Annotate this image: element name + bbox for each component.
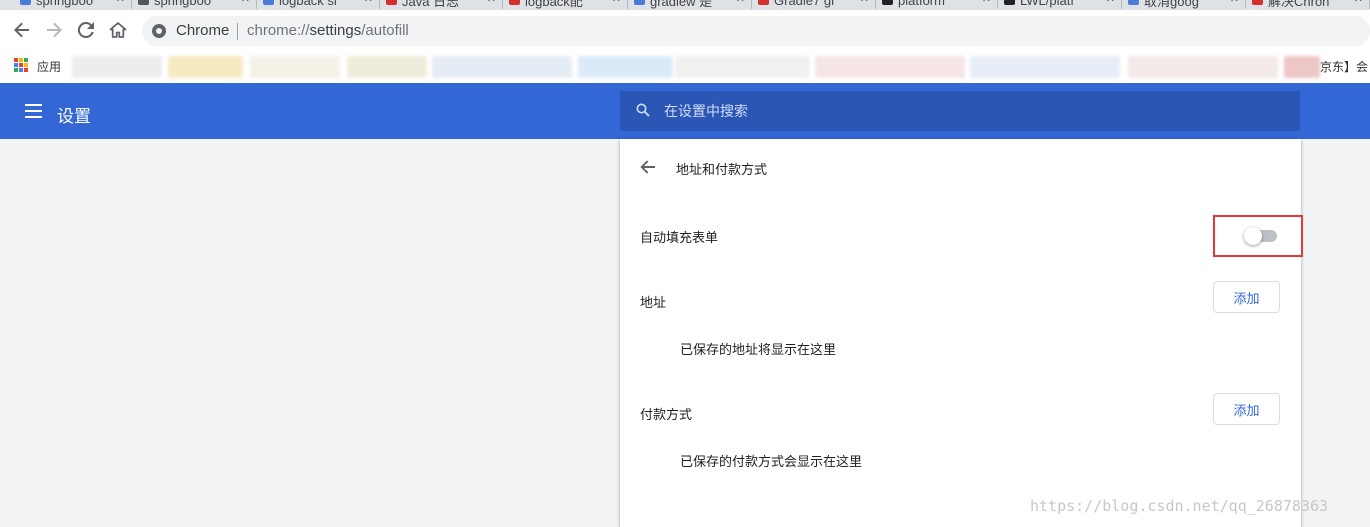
close-icon[interactable]: ✕: [487, 0, 496, 5]
annotation-highlight: [1213, 215, 1303, 257]
addresses-label: 地址: [640, 295, 667, 310]
apps-bookmark[interactable]: 应用: [37, 58, 61, 75]
browser-tab[interactable]: LWL/platf ✕: [998, 0, 1122, 9]
omnibox-url[interactable]: chrome://settings/autofill: [247, 22, 409, 39]
browser-toolbar: Chrome chrome://settings/autofill: [0, 10, 1370, 50]
autofill-toggle-label: 自动填充表单: [640, 230, 719, 245]
payments-label: 付款方式: [640, 407, 693, 422]
arrow-left-icon: [14, 22, 29, 38]
tab-favicon-icon: [20, 0, 31, 5]
tab-favicon-icon: [386, 0, 397, 5]
browser-tab[interactable]: 取消goog ✕: [1122, 0, 1246, 9]
subpage-title: 地址和付款方式: [676, 162, 768, 177]
tab-favicon-icon: [263, 0, 274, 5]
browser-tab[interactable]: Gradle7 gr ✕: [752, 0, 876, 9]
close-icon[interactable]: ✕: [736, 0, 745, 5]
close-icon[interactable]: ✕: [982, 0, 991, 5]
tab-favicon-icon: [758, 0, 769, 5]
hamburger-menu-icon[interactable]: [25, 104, 42, 118]
home-icon: [109, 22, 127, 38]
tab-title: gradlew 是: [650, 0, 713, 9]
browser-tab[interactable]: 解决Chron ✕: [1246, 0, 1370, 9]
close-icon[interactable]: ✕: [860, 0, 869, 5]
tab-favicon-icon: [509, 0, 520, 5]
close-icon[interactable]: ✕: [116, 0, 125, 5]
blurred-bookmark[interactable]: [578, 56, 673, 78]
blurred-bookmark[interactable]: [815, 56, 965, 78]
tab-title: 取消goog: [1144, 0, 1199, 9]
tab-title: springboo: [36, 0, 94, 8]
tab-strip: springboo✕springboo✕logback si✕Java 日志✕l…: [0, 0, 1370, 10]
omnibox-separator: [237, 23, 238, 40]
blurred-bookmark[interactable]: [168, 56, 243, 78]
settings-header: 设置: [0, 83, 1370, 139]
browser-tab[interactable]: Java 日志 ✕: [380, 0, 503, 9]
close-icon[interactable]: ✕: [1354, 0, 1363, 5]
tab-favicon-icon: [138, 0, 149, 5]
arrow-right-icon: [47, 22, 62, 38]
close-icon[interactable]: ✕: [612, 0, 621, 5]
autofill-card: 地址和付款方式 自动填充表单 地址 添加 已保存的地址将显示在这里 付款方式 添…: [620, 139, 1303, 527]
blurred-bookmark[interactable]: [970, 56, 1120, 78]
tab-title: LWL/platf: [1020, 0, 1074, 8]
search-input[interactable]: [664, 91, 1264, 131]
tab-favicon-icon: [882, 0, 893, 5]
browser-tab[interactable]: gradlew 是 ✕: [628, 0, 752, 9]
blurred-bookmark[interactable]: [250, 56, 340, 78]
close-icon[interactable]: ✕: [364, 0, 373, 5]
back-button[interactable]: [10, 18, 34, 42]
tab-title: logback si: [279, 0, 337, 8]
tab-title: springboo: [154, 0, 212, 8]
chrome-page-icon: [152, 24, 166, 38]
bookmark-jd[interactable]: 京东】会: [1320, 58, 1368, 75]
omnibox-chrome-label: Chrome: [176, 22, 230, 39]
reload-button[interactable]: [74, 18, 98, 42]
payments-empty-message: 已保存的付款方式会显示在这里: [680, 454, 863, 469]
home-button[interactable]: [106, 18, 130, 42]
tab-favicon-icon: [1004, 0, 1015, 5]
close-icon[interactable]: ✕: [241, 0, 250, 5]
page-title: 设置: [57, 107, 91, 126]
browser-tab[interactable]: logback配 ✕: [503, 0, 628, 9]
reload-icon: [77, 21, 94, 38]
url-path: settings: [309, 22, 362, 39]
forward-button[interactable]: [42, 18, 66, 42]
bookmarks-bar: 应用 京东】会: [0, 50, 1370, 83]
tab-title: Java 日志: [402, 0, 460, 9]
add-address-button[interactable]: 添加: [1213, 281, 1280, 313]
blurred-bookmark[interactable]: [432, 56, 572, 78]
search-icon: [636, 103, 650, 117]
addresses-empty-message: 已保存的地址将显示在这里: [680, 342, 837, 357]
tab-favicon-icon: [1128, 0, 1139, 5]
tab-title: platform: [898, 0, 945, 8]
apps-grid-icon[interactable]: [14, 58, 28, 72]
blurred-bookmark[interactable]: [675, 56, 810, 78]
tab-title: logback配: [525, 0, 583, 9]
tab-favicon-icon: [1252, 0, 1263, 5]
url-scheme: chrome://: [247, 22, 310, 39]
address-bar[interactable]: Chrome chrome://settings/autofill: [142, 16, 1370, 46]
tab-favicon-icon: [634, 0, 645, 5]
tab-title: Gradle7 gr: [774, 0, 836, 8]
browser-tab[interactable]: logback si ✕: [257, 0, 380, 9]
settings-search[interactable]: [620, 91, 1300, 131]
browser-tab[interactable]: platform ✕: [876, 0, 998, 9]
tab-title: 解决Chron: [1268, 0, 1330, 9]
url-rest: /autofill: [361, 22, 409, 39]
blurred-bookmark[interactable]: [72, 56, 162, 78]
blurred-bookmark[interactable]: [347, 56, 427, 78]
close-icon[interactable]: ✕: [1230, 0, 1239, 5]
blurred-bookmark[interactable]: [1128, 56, 1278, 78]
blurred-bookmark[interactable]: [1284, 56, 1320, 78]
arrow-left-icon[interactable]: [640, 159, 656, 175]
close-icon[interactable]: ✕: [1106, 0, 1115, 5]
browser-tab[interactable]: springboo ✕: [14, 0, 132, 9]
add-payment-button[interactable]: 添加: [1213, 393, 1280, 425]
watermark: https://blog.csdn.net/qq_26878363: [1030, 497, 1329, 515]
browser-tab[interactable]: springboo ✕: [132, 0, 257, 9]
